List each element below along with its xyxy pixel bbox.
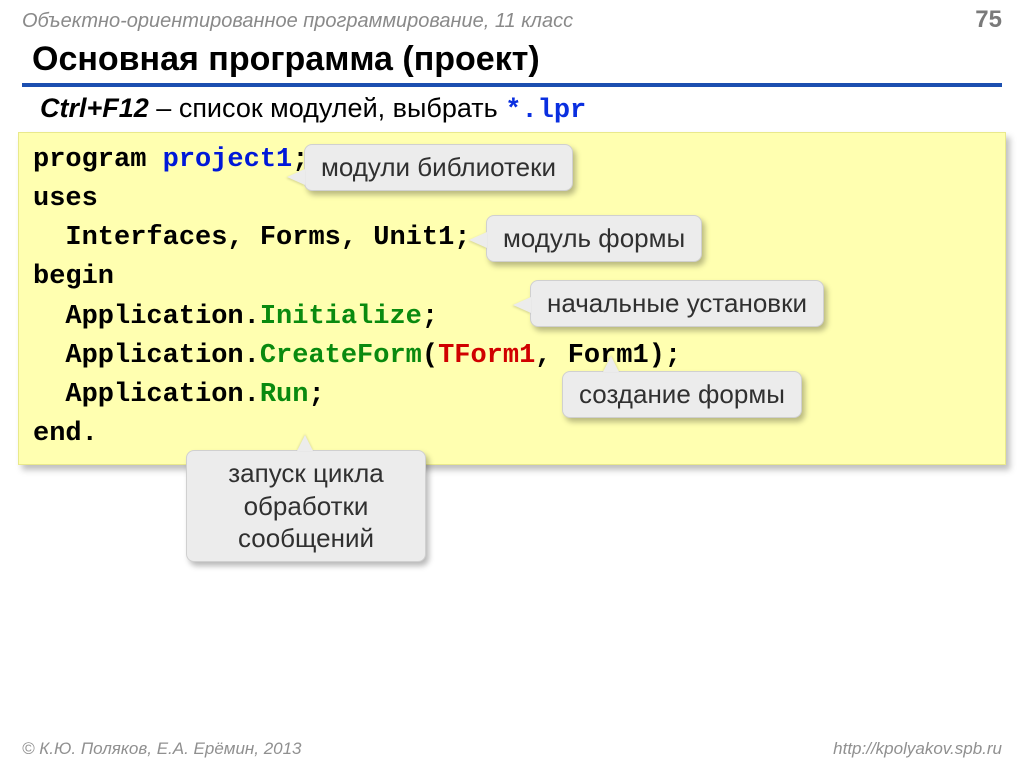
title-rule	[22, 83, 1002, 87]
file-ext: *.lpr	[505, 96, 586, 126]
subtitle-text: – список модулей, выбрать	[149, 93, 505, 123]
callout-tail-icon	[287, 169, 305, 185]
code-line: begin	[33, 258, 991, 297]
callout-create-form: создание формы	[562, 371, 802, 418]
callout-tail-icon	[513, 297, 531, 313]
code-line: Application.CreateForm(TForm1, Form1);	[33, 337, 991, 376]
course-title: Объектно-ориентированное программировани…	[22, 10, 573, 33]
footer-url: http://kpolyakov.spb.ru	[833, 739, 1002, 759]
callout-tail-icon	[469, 232, 487, 248]
slide-title: Основная программа (проект)	[0, 36, 1024, 83]
callout-form-module: модуль формы	[486, 215, 702, 262]
key-combo: Ctrl+F12	[40, 93, 149, 123]
subtitle: Ctrl+F12 – список модулей, выбрать *.lpr	[0, 91, 1024, 132]
page-number: 75	[975, 6, 1002, 34]
footer: © К.Ю. Поляков, Е.А. Ерёмин, 2013 http:/…	[0, 733, 1024, 767]
callout-library-modules: модули библиотеки	[304, 144, 573, 191]
code-line: end.	[33, 415, 991, 454]
callout-initial-settings: начальные установки	[530, 280, 824, 327]
code-line: Application.Run;	[33, 376, 991, 415]
callout-message-loop: запуск цикла обработки сообщений	[186, 450, 426, 562]
callout-tail-icon	[603, 356, 619, 372]
callout-tail-icon	[297, 435, 313, 451]
copyright: © К.Ю. Поляков, Е.А. Ерёмин, 2013	[22, 739, 302, 759]
code-line: Application.Initialize;	[33, 298, 991, 337]
header: Объектно-ориентированное программировани…	[0, 0, 1024, 36]
